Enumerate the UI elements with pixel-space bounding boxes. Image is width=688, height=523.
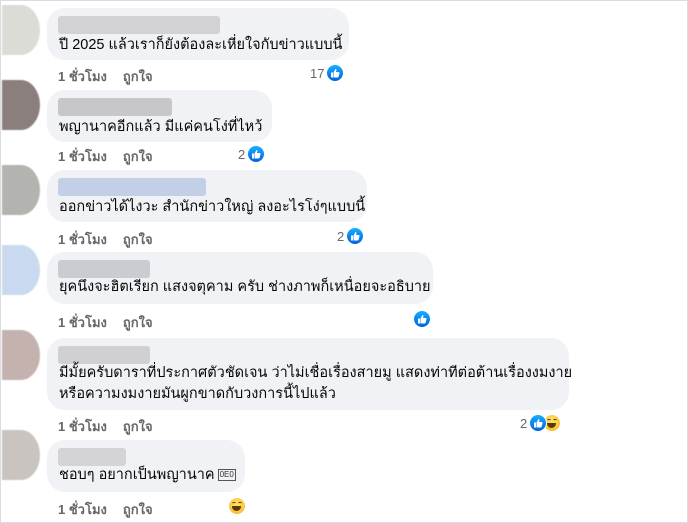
reaction-summary[interactable]: 2 bbox=[337, 227, 365, 245]
comment-text-line-1: มีมั้ยครับดาราที่ประกาศตัวชัดเจน ว่าไม่เ… bbox=[59, 365, 573, 381]
reaction-summary[interactable]: 2 bbox=[238, 145, 266, 163]
comment-bubble: มีมั้ยครับดาราที่ประกาศตัวชัดเจน ว่าไม่เ… bbox=[47, 338, 573, 410]
reaction-count: 2 bbox=[520, 415, 528, 431]
reaction-summary[interactable]: 2 bbox=[520, 414, 562, 432]
haha-reaction-icon bbox=[228, 497, 246, 515]
reaction-count: 17 bbox=[310, 65, 325, 81]
timestamp[interactable]: 1 ชั่วโมง bbox=[58, 499, 107, 520]
like-action[interactable]: ถูกใจ bbox=[123, 499, 153, 520]
author-name[interactable] bbox=[58, 16, 220, 34]
comment-text: ปี 2025 แล้วเราก็ยังต้องละเหี่ยใจกับข่าว… bbox=[59, 37, 343, 53]
comment-bubble: ออกข่าวได้ไงวะ สำนักข่าวใหญ่ ลงอะไรโง่ๆแ… bbox=[47, 170, 367, 222]
like-action[interactable]: ถูกใจ bbox=[123, 416, 153, 437]
avatar[interactable] bbox=[2, 165, 40, 215]
comment-bubble: ชอบๆ อยากเป็นพญานาค 0E0 bbox=[47, 440, 245, 492]
avatar[interactable] bbox=[2, 330, 40, 380]
comment-text: ออกข่าวได้ไงวะ สำนักข่าวใหญ่ ลงอะไรโง่ๆแ… bbox=[59, 199, 366, 215]
reaction-count: 2 bbox=[337, 228, 345, 244]
like-action[interactable]: ถูกใจ bbox=[123, 66, 153, 87]
like-reaction-icon bbox=[346, 227, 365, 245]
like-reaction-icon bbox=[326, 64, 345, 82]
like-action[interactable]: ถูกใจ bbox=[123, 146, 153, 167]
timestamp[interactable]: 1 ชั่วโมง bbox=[58, 146, 107, 167]
timestamp[interactable]: 1 ชั่วโมง bbox=[58, 66, 107, 87]
inline-emoji-icon: 0E0 bbox=[217, 469, 236, 481]
like-reaction-icon bbox=[247, 145, 266, 163]
timestamp[interactable]: 1 ชั่วโมง bbox=[58, 416, 107, 437]
like-reaction-icon bbox=[413, 310, 431, 328]
avatar[interactable] bbox=[2, 80, 40, 130]
avatar[interactable] bbox=[2, 430, 40, 480]
timestamp[interactable]: 1 ชั่วโมง bbox=[58, 312, 107, 333]
comment-bubble: ยุคนึงจะฮิตเรียก แสงจตุคาม ครับ ช่างภาพก… bbox=[47, 252, 433, 304]
reaction-summary[interactable] bbox=[228, 497, 246, 515]
like-action[interactable]: ถูกใจ bbox=[123, 229, 153, 250]
comment-text: พญานาคอีกแล้ว มีแค่คนโง่ที่ไหว้ bbox=[59, 119, 263, 135]
comment-text: ยุคนึงจะฮิตเรียก แสงจตุคาม ครับ ช่างภาพก… bbox=[59, 279, 431, 295]
avatar[interactable] bbox=[2, 245, 40, 295]
like-action[interactable]: ถูกใจ bbox=[123, 312, 153, 333]
like-reaction-icon bbox=[529, 414, 548, 432]
comment-bubble: พญานาคอีกแล้ว มีแค่คนโง่ที่ไหว้ bbox=[47, 90, 272, 142]
author-name[interactable] bbox=[58, 98, 172, 116]
comment-bubble: ปี 2025 แล้วเราก็ยังต้องละเหี่ยใจกับข่าว… bbox=[47, 8, 349, 60]
reaction-summary[interactable] bbox=[413, 310, 431, 328]
reaction-summary[interactable]: 17 bbox=[310, 64, 345, 82]
avatar[interactable] bbox=[2, 5, 40, 55]
comment-text-line-2: หรือความงมงายมันผูกขาดกับวงการนี้ไปแล้ว bbox=[59, 386, 336, 402]
comment-text-content: ชอบๆ อยากเป็นพญานาค bbox=[59, 467, 215, 483]
comment-text: ชอบๆ อยากเป็นพญานาค 0E0 bbox=[59, 464, 236, 487]
author-name[interactable] bbox=[58, 178, 206, 196]
reaction-count: 2 bbox=[238, 146, 246, 162]
timestamp[interactable]: 1 ชั่วโมง bbox=[58, 229, 107, 250]
